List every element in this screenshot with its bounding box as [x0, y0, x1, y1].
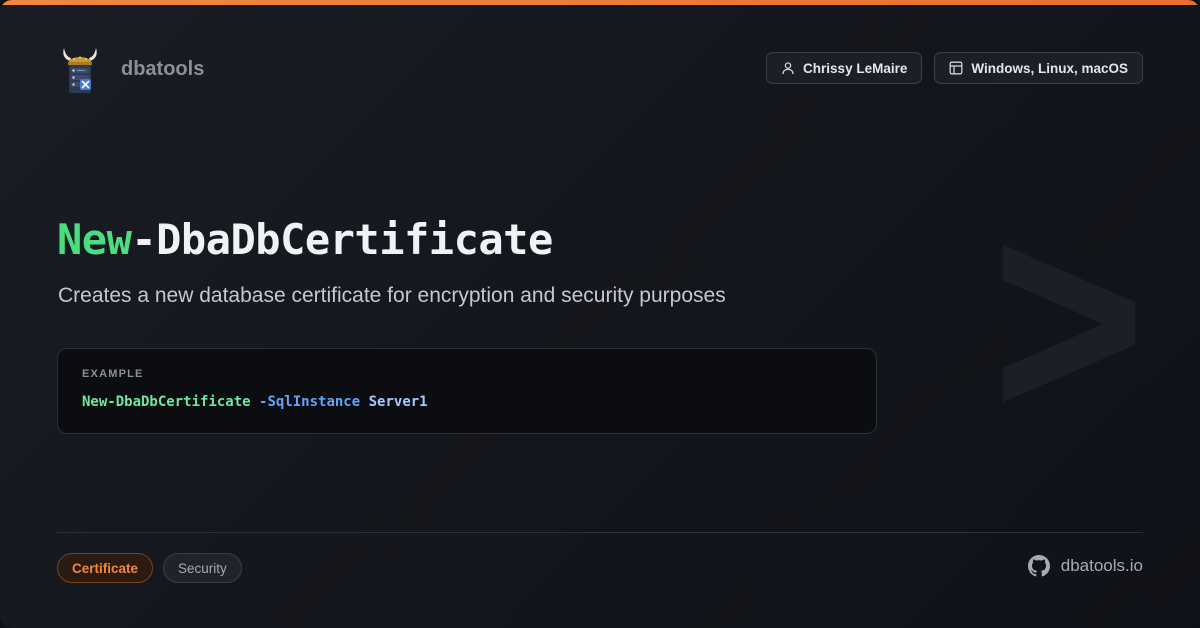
example-command: New-DbaDbCertificate: [82, 394, 251, 410]
page-title: New-DbaDbCertificate: [57, 215, 553, 264]
platform-chip[interactable]: Windows, Linux, macOS: [934, 52, 1143, 84]
brand-name: dbatools: [121, 57, 205, 80]
social-card: dbatools Chrissy LeMaire Windows, Linux,…: [0, 0, 1200, 628]
tag-security[interactable]: Security: [163, 553, 242, 583]
accent-stripe: [0, 0, 1200, 5]
platform-list: Windows, Linux, macOS: [971, 60, 1128, 76]
tag-list: Certificate Security: [57, 553, 242, 583]
site-link[interactable]: dbatools.io: [1027, 555, 1143, 577]
example-value: Server1: [368, 394, 428, 410]
site-url: dbatools.io: [1060, 556, 1143, 575]
example-label: EXAMPLE: [82, 368, 144, 380]
author-chip[interactable]: Chrissy LeMaire: [766, 52, 923, 84]
command-verb: New: [57, 215, 132, 264]
tag-certificate[interactable]: Certificate: [57, 553, 154, 583]
example-block: EXAMPLE New-DbaDbCertificate -SqlInstanc…: [57, 348, 877, 434]
footer-divider: [57, 532, 1143, 533]
user-icon: [782, 62, 794, 75]
header-chips: Chrissy LeMaire Windows, Linux, macOS: [766, 52, 1143, 84]
command-noun: -DbaDbCertificate: [131, 215, 553, 264]
author-name: Chrissy LeMaire: [803, 60, 908, 76]
viking-helmet-server-icon: [63, 48, 97, 93]
command-description: Creates a new database certificate for e…: [58, 284, 726, 307]
github-icon: [1027, 555, 1050, 577]
brand[interactable]: dbatools: [58, 44, 204, 94]
example-code[interactable]: New-DbaDbCertificate -SqlInstance Server…: [82, 394, 852, 410]
prompt-chevron-icon: [1003, 245, 1135, 402]
layout-icon: [949, 61, 963, 75]
example-parameter: -SqlInstance: [259, 394, 361, 410]
